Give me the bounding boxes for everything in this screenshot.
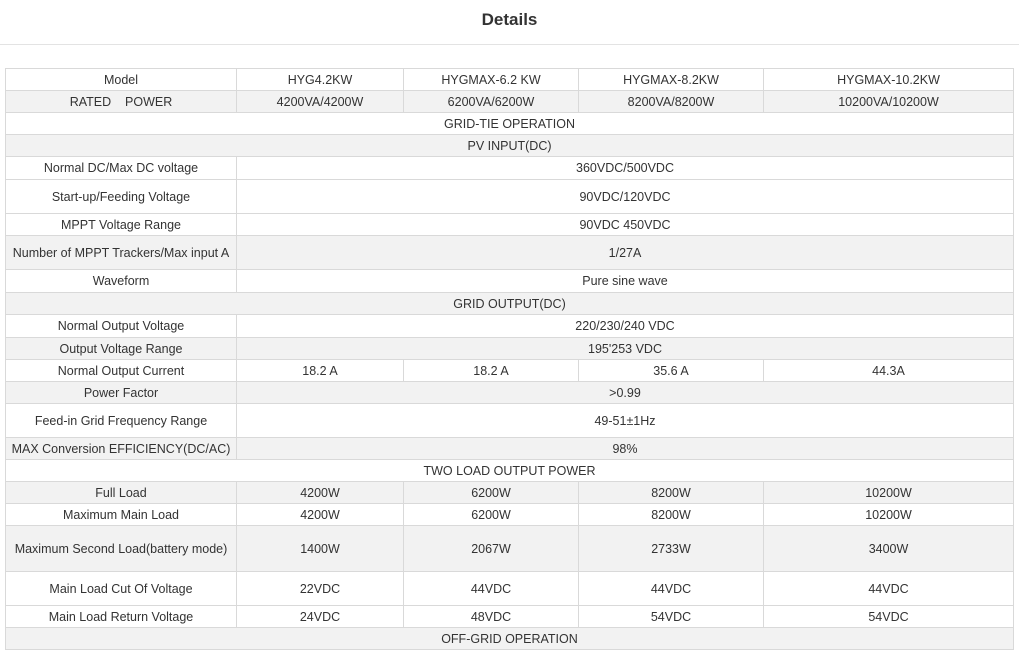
row-value: 1/27A xyxy=(236,235,1014,270)
section-title-off-grid: OFF-GRID OPERATION xyxy=(5,627,1014,650)
row-label: Maximum Second Load(battery mode) xyxy=(5,525,237,572)
row-label: Normal Output Current xyxy=(5,359,237,382)
section-row-pv-input: PV INPUT(DC) xyxy=(5,134,1014,157)
row-value: 90VDC 450VDC xyxy=(236,213,1014,236)
row-value: 2067W xyxy=(403,525,579,572)
row-value: 2733W xyxy=(578,525,764,572)
rated-power-label: RATED POWER xyxy=(5,90,237,113)
model-name: HYGMAX-8.2KW xyxy=(578,68,764,91)
table-row-output-voltage-range: Output Voltage Range 195'253 VDC xyxy=(5,337,1014,360)
row-label: Number of MPPT Trackers/Max input A xyxy=(5,235,237,270)
table-row-startup-voltage: Start-up/Feeding Voltage 90VDC/120VDC xyxy=(5,179,1014,214)
row-value: 220/230/240 VDC xyxy=(236,314,1014,338)
row-value: 98% xyxy=(236,437,1014,460)
section-row-grid-tie: GRID-TIE OPERATION xyxy=(5,112,1014,135)
table-row-normal-output-current: Normal Output Current 18.2 A 18.2 A 35.6… xyxy=(5,359,1014,382)
row-value: 44.3A xyxy=(763,359,1014,382)
row-label: Output Voltage Range xyxy=(5,337,237,360)
table-row-power-factor: Power Factor >0.99 xyxy=(5,381,1014,404)
table-row-main-load-return-voltage: Main Load Return Voltage 24VDC 48VDC 54V… xyxy=(5,605,1014,628)
table-row-main-load-cut-voltage: Main Load Cut Of Voltage 22VDC 44VDC 44V… xyxy=(5,571,1014,606)
row-value: 195'253 VDC xyxy=(236,337,1014,360)
model-name: HYGMAX-10.2KW xyxy=(763,68,1014,91)
row-label: Start-up/Feeding Voltage xyxy=(5,179,237,214)
row-value: 44VDC xyxy=(763,571,1014,606)
table-row-efficiency: MAX Conversion EFFICIENCY(DC/AC) 98% xyxy=(5,437,1014,460)
rated-power-value: 4200VA/4200W xyxy=(236,90,404,113)
section-title-grid-output: GRID OUTPUT(DC) xyxy=(5,292,1014,315)
row-value: 48VDC xyxy=(403,605,579,628)
table-row-mppt-trackers: Number of MPPT Trackers/Max input A 1/27… xyxy=(5,235,1014,270)
spec-table: Model HYG4.2KW HYGMAX-6.2 KW HYGMAX-8.2K… xyxy=(5,68,1014,650)
table-row-maximum-main-load: Maximum Main Load 4200W 6200W 8200W 1020… xyxy=(5,503,1014,526)
row-value: 90VDC/120VDC xyxy=(236,179,1014,214)
section-row-off-grid: OFF-GRID OPERATION xyxy=(5,627,1014,650)
row-value: 8200W xyxy=(578,503,764,526)
row-value: 18.2 A xyxy=(403,359,579,382)
model-name: HYG4.2KW xyxy=(236,68,404,91)
table-row-normal-output-voltage: Normal Output Voltage 220/230/240 VDC xyxy=(5,314,1014,338)
table-row-mppt-range: MPPT Voltage Range 90VDC 450VDC xyxy=(5,213,1014,236)
section-row-grid-output: GRID OUTPUT(DC) xyxy=(5,292,1014,315)
row-label: Power Factor xyxy=(5,381,237,404)
details-header: Details xyxy=(0,0,1019,45)
model-name: HYGMAX-6.2 KW xyxy=(403,68,579,91)
row-label: Main Load Return Voltage xyxy=(5,605,237,628)
table-row-normal-dc-voltage: Normal DC/Max DC voltage 360VDC/500VDC xyxy=(5,156,1014,180)
rated-power-value: 8200VA/8200W xyxy=(578,90,764,113)
section-row-two-load: TWO LOAD OUTPUT POWER xyxy=(5,459,1014,482)
row-value: >0.99 xyxy=(236,381,1014,404)
row-value: 54VDC xyxy=(578,605,764,628)
row-label: Feed-in Grid Frequency Range xyxy=(5,403,237,438)
row-value: 3400W xyxy=(763,525,1014,572)
row-value: 24VDC xyxy=(236,605,404,628)
model-label: Model xyxy=(5,68,237,91)
row-value: 10200W xyxy=(763,481,1014,504)
row-label: Maximum Main Load xyxy=(5,503,237,526)
row-value: 1400W xyxy=(236,525,404,572)
row-label: MAX Conversion EFFICIENCY(DC/AC) xyxy=(5,437,237,460)
section-title-grid-tie: GRID-TIE OPERATION xyxy=(5,112,1014,135)
table-row-frequency-range: Feed-in Grid Frequency Range 49-51±1Hz xyxy=(5,403,1014,438)
table-row-waveform: Waveform Pure sine wave xyxy=(5,269,1014,293)
row-value: 54VDC xyxy=(763,605,1014,628)
row-label: Main Load Cut Of Voltage xyxy=(5,571,237,606)
row-value: 6200W xyxy=(403,481,579,504)
table-row-maximum-second-load: Maximum Second Load(battery mode) 1400W … xyxy=(5,525,1014,572)
section-title-pv-input: PV INPUT(DC) xyxy=(5,134,1014,157)
row-value: 4200W xyxy=(236,481,404,504)
row-label: Full Load xyxy=(5,481,237,504)
table-row-rated-power: RATED POWER 4200VA/4200W 6200VA/6200W 82… xyxy=(5,90,1014,113)
table-row-full-load: Full Load 4200W 6200W 8200W 10200W xyxy=(5,481,1014,504)
row-value: 18.2 A xyxy=(236,359,404,382)
row-value: 10200W xyxy=(763,503,1014,526)
row-label: MPPT Voltage Range xyxy=(5,213,237,236)
row-value: 49-51±1Hz xyxy=(236,403,1014,438)
table-row-model: Model HYG4.2KW HYGMAX-6.2 KW HYGMAX-8.2K… xyxy=(5,68,1014,91)
row-value: 8200W xyxy=(578,481,764,504)
row-value: 35.6 A xyxy=(578,359,764,382)
row-value: Pure sine wave xyxy=(236,269,1014,293)
row-value: 44VDC xyxy=(403,571,579,606)
row-label: Normal Output Voltage xyxy=(5,314,237,338)
row-value: 4200W xyxy=(236,503,404,526)
section-title-two-load: TWO LOAD OUTPUT POWER xyxy=(5,459,1014,482)
rated-power-value: 10200VA/10200W xyxy=(763,90,1014,113)
row-label: Waveform xyxy=(5,269,237,293)
row-value: 22VDC xyxy=(236,571,404,606)
row-value: 44VDC xyxy=(578,571,764,606)
rated-power-value: 6200VA/6200W xyxy=(403,90,579,113)
row-value: 6200W xyxy=(403,503,579,526)
row-label: Normal DC/Max DC voltage xyxy=(5,156,237,180)
row-value: 360VDC/500VDC xyxy=(236,156,1014,180)
page-title: Details xyxy=(481,10,538,29)
